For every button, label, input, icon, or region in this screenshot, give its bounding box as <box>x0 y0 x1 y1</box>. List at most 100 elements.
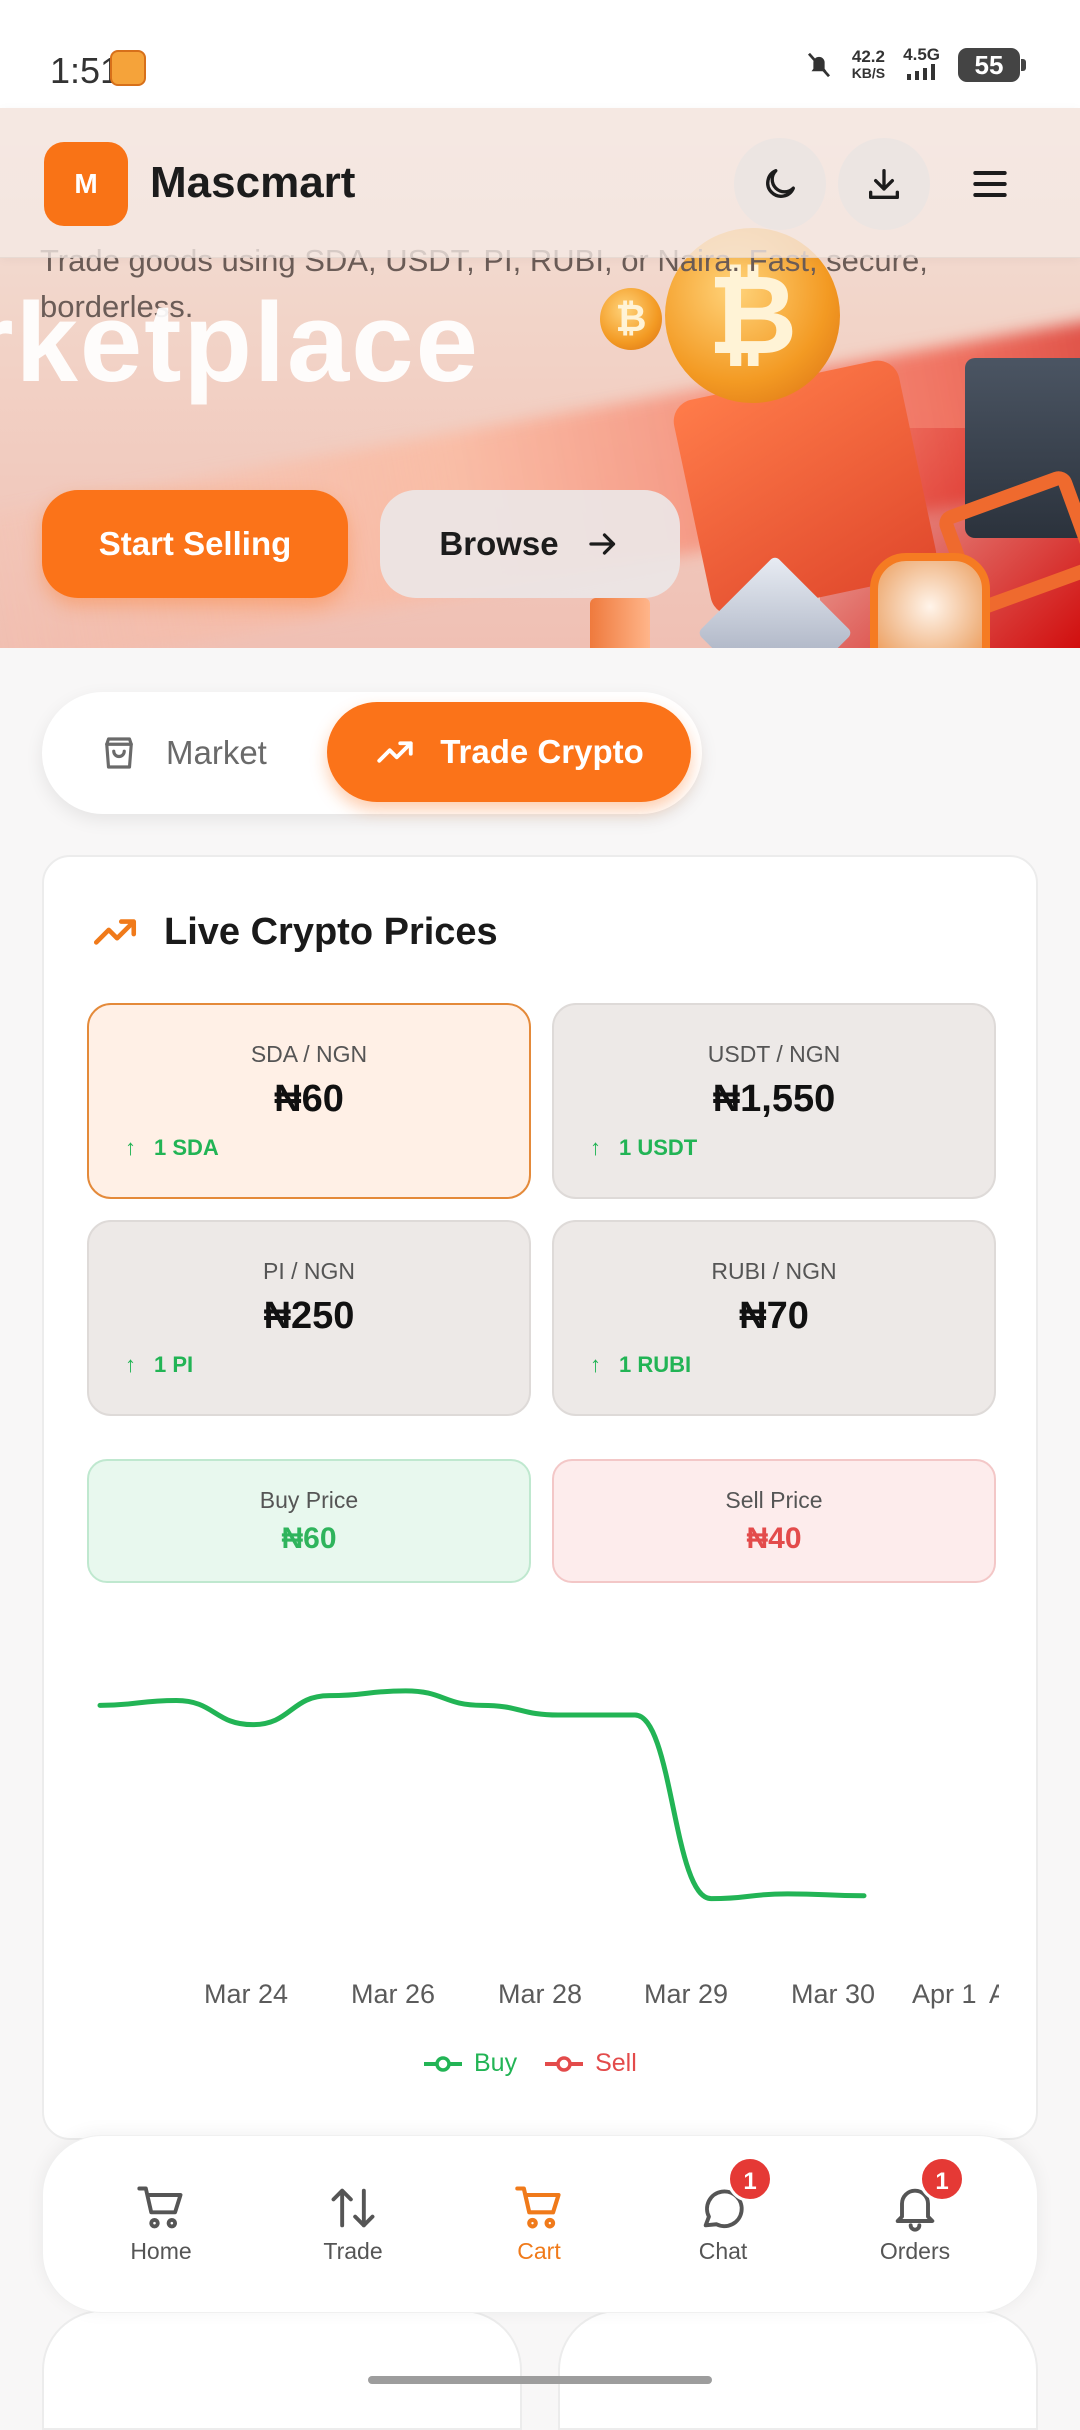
live-prices-heading: Live Crypto Prices <box>90 907 498 957</box>
series-line-buy <box>97 1688 867 1902</box>
arrow-up-icon: ↑ <box>125 1352 136 1377</box>
pair-label: SDA / NGN <box>250 1041 368 1067</box>
pair-price: ₦70 <box>739 1295 809 1337</box>
trending-up-icon <box>377 741 413 763</box>
x-tick-label: Apr 1 <box>912 1979 977 2009</box>
legend-buy-marker-icon <box>424 2055 462 2072</box>
pair-change: ↑ 1 SDA <box>125 1135 219 1161</box>
chat-badge: 1 <box>727 2156 773 2202</box>
mute-bell-icon <box>807 52 830 78</box>
nav-orders-label: Orders <box>879 2238 951 2264</box>
notification-app-icon <box>110 50 146 86</box>
chart-legend: Buy Sell <box>424 2049 637 2078</box>
pair-change: ↑ 1 USDT <box>590 1135 697 1161</box>
pair-label: PI / NGN <box>262 1258 355 1284</box>
legend-sell-label: Sell <box>595 2049 637 2077</box>
signal-icon <box>906 64 935 80</box>
brand-name[interactable]: Mascmart <box>150 158 355 208</box>
cart-icon <box>137 2186 183 2229</box>
download-icon <box>869 169 899 199</box>
peek-card-left <box>42 2310 522 2430</box>
pair-price: ₦1,550 <box>712 1078 836 1120</box>
x-tick-label: Mar 28 <box>498 1979 583 2009</box>
nav-orders[interactable]: 1 Orders <box>855 2156 975 2265</box>
browse-label: Browse <box>439 525 559 562</box>
bottom-navigation: Home Trade Cart 1 Chat 1 Orders <box>42 2135 1038 2313</box>
brand-logo[interactable]: M <box>44 142 128 226</box>
live-prices-title: Live Crypto Prices <box>164 910 498 953</box>
x-tick-label: Mar 30 <box>791 1979 876 2009</box>
buy-price-box: Buy Price ₦60 <box>87 1459 531 1583</box>
tab-market[interactable]: Market <box>98 716 267 790</box>
nav-cart[interactable]: Cart <box>479 2178 599 2265</box>
nav-chat-label: Chat <box>698 2238 748 2264</box>
sell-price-box: Sell Price ₦40 <box>552 1459 996 1583</box>
pair-label: USDT / NGN <box>707 1041 841 1067</box>
pillar-illustration <box>590 598 650 648</box>
price-card-sda[interactable]: SDA / NGN ₦60 ↑ 1 SDA <box>87 1003 531 1199</box>
pair-change-value: 1 USDT <box>619 1135 698 1160</box>
net-speed-unit: KB/S <box>851 65 886 81</box>
price-card-rubi[interactable]: RUBI / NGN ₦70 ↑ 1 RUBI <box>552 1220 996 1416</box>
nav-cart-label: Cart <box>517 2238 561 2264</box>
sell-price-label: Sell Price <box>725 1487 823 1513</box>
pair-price: ₦250 <box>263 1295 355 1337</box>
status-bar: 1:51 42.2 KB/S 4.5G 55 <box>0 0 1080 108</box>
pair-label: RUBI / NGN <box>711 1258 837 1284</box>
menu-icon <box>973 170 1007 198</box>
cart-icon <box>515 2186 561 2229</box>
x-tick-label: Mar 24 <box>204 1979 289 2009</box>
start-selling-button[interactable]: Start Selling <box>42 490 348 598</box>
tab-trade-crypto[interactable]: Trade Crypto <box>327 702 691 802</box>
tab-market-label: Market <box>166 734 267 771</box>
sell-price-value: ₦40 <box>746 1522 802 1555</box>
chart-x-axis: Mar 24 Mar 26 Mar 28 Mar 29 Mar 30 Apr 1 Apr 1 <box>44 1979 999 2019</box>
pair-change-value: 1 PI <box>154 1352 194 1377</box>
pair-change: ↑ 1 RUBI <box>590 1352 691 1378</box>
x-tick-label: Mar 29 <box>644 1979 729 2009</box>
shield-illustration <box>870 553 990 648</box>
network-type: 4.5G <box>903 45 940 64</box>
net-speed: 42.2 KB/S <box>852 48 885 82</box>
legend-buy[interactable]: Buy <box>424 2049 517 2078</box>
mode-toggle: Market Trade Crypto <box>42 692 702 814</box>
status-icons: 42.2 KB/S 4.5G 55 <box>804 46 1026 84</box>
peek-card-right <box>558 2310 1038 2430</box>
arrow-right-icon <box>588 533 615 555</box>
theme-toggle-button[interactable] <box>734 138 826 230</box>
install-button[interactable] <box>838 138 930 230</box>
orders-badge: 1 <box>919 2156 965 2202</box>
x-tick-label: Apr 1 <box>989 1979 999 2009</box>
nav-trade[interactable]: Trade <box>293 2178 413 2265</box>
arrow-up-icon: ↑ <box>590 1352 601 1377</box>
hero-heading: rketplace <box>0 280 480 405</box>
nav-trade-label: Trade <box>323 2238 383 2264</box>
nav-home-label: Home <box>130 2238 192 2264</box>
price-card-pi[interactable]: PI / NGN ₦250 ↑ 1 PI <box>87 1220 531 1416</box>
app-header: M Mascmart <box>0 108 1080 258</box>
home-indicator[interactable] <box>368 2376 712 2384</box>
net-speed-value: 42.2 <box>851 47 885 66</box>
pair-price: ₦60 <box>274 1078 344 1120</box>
browse-button[interactable]: Browse <box>380 490 680 598</box>
live-prices-card: Live Crypto Prices SDA / NGN ₦60 ↑ 1 SDA … <box>42 855 1038 2140</box>
legend-sell[interactable]: Sell <box>545 2049 637 2078</box>
moon-icon <box>766 169 795 198</box>
legend-sell-marker-icon <box>545 2055 584 2072</box>
tab-trade-crypto-label: Trade Crypto <box>440 733 644 770</box>
price-card-usdt[interactable]: USDT / NGN ₦1,550 ↑ 1 USDT <box>552 1003 996 1199</box>
buy-price-label: Buy Price <box>259 1487 359 1513</box>
arrow-up-icon: ↑ <box>125 1135 136 1160</box>
buy-price-value: ₦60 <box>281 1522 337 1555</box>
x-tick-label: Mar 26 <box>351 1979 436 2009</box>
network-indicator: 4.5G <box>903 46 940 84</box>
nav-home[interactable]: Home <box>101 2178 221 2265</box>
menu-button[interactable] <box>944 138 1036 230</box>
nav-chat[interactable]: 1 Chat <box>663 2156 783 2265</box>
pair-change: ↑ 1 PI <box>125 1352 193 1378</box>
shopping-bag-icon <box>105 737 133 769</box>
pair-change-value: 1 SDA <box>154 1135 219 1160</box>
arrows-updown-icon <box>331 2188 375 2228</box>
battery-indicator: 55 <box>958 48 1026 82</box>
trending-up-icon <box>93 919 137 945</box>
